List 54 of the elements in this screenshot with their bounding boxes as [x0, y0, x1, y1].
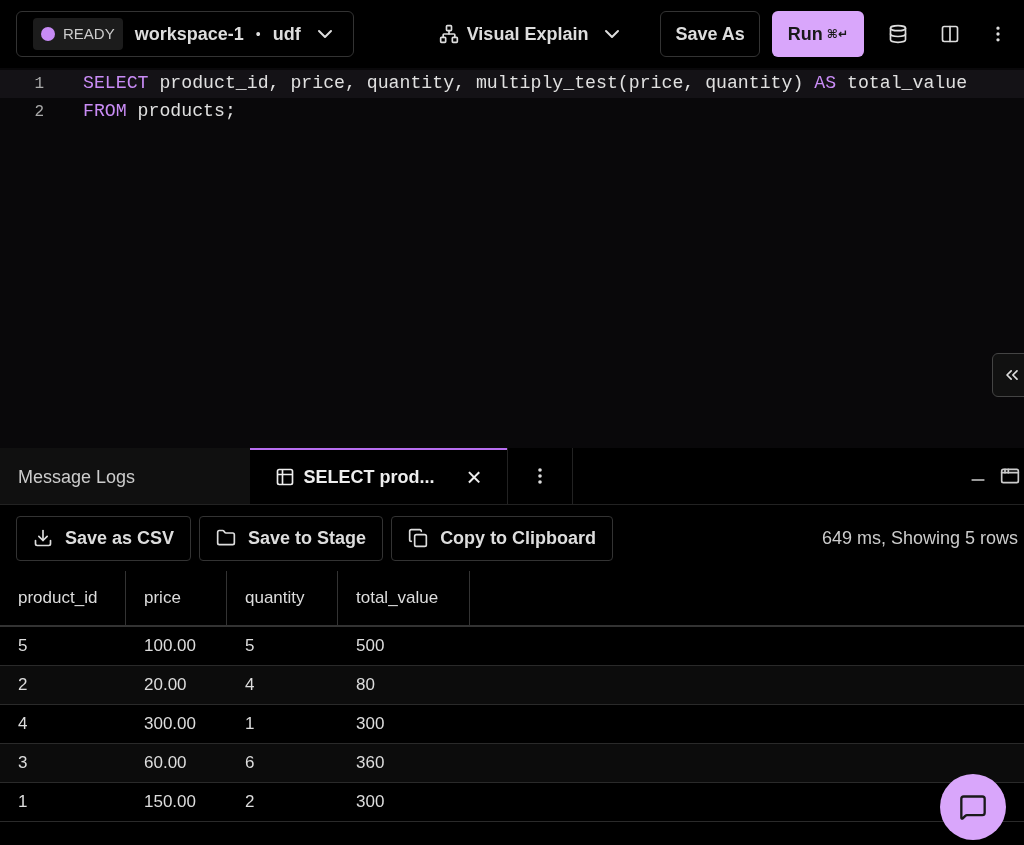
more-icon [538, 468, 542, 484]
collapse-panel-button[interactable] [992, 353, 1024, 397]
action-button[interactable]: Copy to Clipboard [391, 515, 614, 561]
separator-dot: • [255, 24, 261, 44]
table-icon [275, 467, 296, 487]
table-cell-text: 1 [17, 791, 29, 814]
workspace-selector[interactable]: READY workspace-1 • udf [16, 11, 354, 57]
table-cell-text: 6 [244, 752, 256, 775]
table-cell-text: 4 [17, 713, 29, 736]
table-cell-text: 60.00 [143, 752, 188, 775]
column-header[interactable]: product_id [0, 571, 126, 625]
run-button[interactable]: Run ⌘↵ [771, 11, 864, 57]
table-cell-text: 100.00 [143, 635, 197, 658]
copy-icon [408, 528, 429, 548]
side-panel-icon[interactable] [940, 24, 960, 44]
table-cell-text: 150.00 [143, 791, 197, 814]
table-cell-text: 300 [355, 791, 386, 814]
action-button[interactable]: Save to Stage [199, 515, 384, 561]
table-cell-text: 80 [355, 674, 376, 697]
database-name: udf [272, 22, 301, 46]
close-tab-button[interactable]: × [466, 464, 482, 490]
code-line: SELECT product_id, price, quantity, multiply_test(price, quantity) AS total_value [83, 72, 968, 96]
visual-explain-button[interactable]: Visual Explain [438, 20, 625, 48]
maximize-icon[interactable] [1000, 466, 1020, 486]
table-cell-text: 2 [17, 674, 29, 697]
download-icon [33, 528, 53, 548]
table-cell-text: 1 [244, 713, 256, 736]
table-cell-text: 5 [17, 635, 29, 658]
hierarchy-icon [438, 24, 459, 44]
status-label: READY [63, 23, 115, 44]
code-line: FROM products; [83, 100, 236, 124]
database-icon[interactable] [888, 24, 908, 44]
table-cell-text: 5 [244, 635, 256, 658]
table-cell-text: 4 [244, 674, 256, 697]
table-cell-text: 360 [355, 752, 386, 775]
table-cell-text: 3 [17, 752, 29, 775]
table-cell-text: 2 [244, 791, 256, 814]
table-cell-text: 500 [355, 635, 386, 658]
column-header[interactable]: quantity [227, 571, 338, 625]
save-as-button[interactable]: Save As [660, 11, 760, 57]
workspace-name: workspace-1 [134, 22, 244, 46]
column-header[interactable]: price [126, 571, 227, 625]
table-cell-text: 300.00 [143, 713, 197, 736]
chat-bubble-icon [959, 793, 987, 821]
folder-icon [216, 528, 237, 548]
result-summary: 649 ms, Showing 5 rows [821, 526, 1018, 550]
line-number: 1 [33, 74, 45, 95]
line-number: 2 [33, 102, 45, 123]
table-cell-text: 20.00 [143, 674, 188, 697]
column-header[interactable]: total_value [338, 571, 470, 625]
code-editor[interactable]: 1 SELECT product_id, price, quantity, multiply_test(price, quantity) AS total_value 2 FROM products; [0, 68, 1024, 448]
action-button[interactable]: Save as CSV [16, 515, 192, 561]
table-cell-text: 300 [355, 713, 386, 736]
result-tab[interactable]: Message Logs [0, 448, 250, 504]
